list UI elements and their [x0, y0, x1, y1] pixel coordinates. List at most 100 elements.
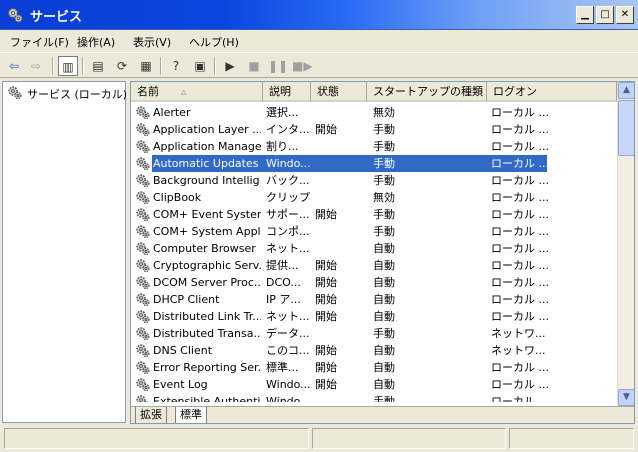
tab-standard[interactable]: 標準	[175, 407, 207, 423]
service-name: DHCP Client	[153, 293, 220, 306]
service-startup-type: 自動	[373, 276, 395, 289]
service-gear-icon	[135, 156, 151, 171]
menu-help[interactable]: ヘルプ(H)	[189, 34, 239, 50]
table-row[interactable]: Alerter 選択... 無効 ローカル ...	[131, 104, 616, 121]
close-icon: ✕	[620, 9, 630, 20]
status-pane-secondary	[312, 428, 506, 449]
service-gear-icon	[135, 105, 151, 120]
service-name: Alerter	[153, 106, 191, 119]
start-service-icon[interactable]: ▶	[220, 56, 240, 76]
service-description: サポー...	[266, 208, 310, 221]
column-header-logon[interactable]: ログオン	[487, 82, 617, 102]
service-startup-type: 自動	[373, 378, 395, 391]
stop-service-icon[interactable]: ■	[244, 56, 264, 76]
refresh-icon[interactable]: ⟳	[112, 56, 132, 76]
table-row[interactable]: COM+ Event System サポー... 開始 手動 ローカル ...	[131, 206, 616, 223]
console-view-icon[interactable]: ▣	[190, 56, 210, 76]
close-button[interactable]: ✕	[616, 6, 634, 24]
service-gear-icon	[135, 360, 151, 375]
table-row[interactable]: DNS Client このコ... 開始 自動 ネットワ...	[131, 342, 616, 359]
table-row[interactable]: COM+ System Appl... コンポ... 手動 ローカル ...	[131, 223, 616, 240]
title-bar[interactable]: サービス ▁ □ ✕	[0, 0, 638, 30]
service-status	[315, 104, 369, 121]
tab-extended[interactable]: 拡張	[135, 407, 167, 423]
menu-file[interactable]: ファイル(F)	[10, 34, 69, 50]
show-tree-icon[interactable]: ▥	[58, 56, 78, 76]
minimize-button[interactable]: ▁	[576, 6, 594, 24]
help-icon[interactable]: ?	[166, 56, 186, 76]
service-gear-icon	[135, 258, 151, 273]
table-row[interactable]: Error Reporting Ser... 標準... 開始 自動 ローカル ...	[131, 359, 616, 376]
table-row[interactable]: Background Intellig... バック... 手動 ローカル ...	[131, 172, 616, 189]
service-logon: ローカル ...	[491, 174, 549, 187]
service-description: 割り...	[266, 140, 299, 153]
forward-arrow-icon[interactable]: ⇨	[26, 56, 46, 76]
scroll-thumb[interactable]	[618, 100, 634, 156]
service-logon: ローカル ...	[491, 378, 549, 391]
pause-service-icon[interactable]: ❚❚	[268, 56, 288, 76]
service-description: 選択...	[266, 106, 299, 119]
scroll-up-icon[interactable]: ▲	[618, 82, 634, 99]
service-status: 開始	[315, 276, 337, 289]
service-gear-icon	[135, 224, 151, 239]
table-row[interactable]: Extensible Authenti... Windo... 手動 ローカル ...	[131, 393, 616, 402]
window-title: サービス	[30, 10, 83, 25]
table-row[interactable]: DCOM Server Proc... DCO... 開始 自動 ローカル ...	[131, 274, 616, 291]
service-name: COM+ System Appl...	[153, 225, 261, 238]
table-row[interactable]: Distributed Link Tr... ネット... 開始 自動 ローカル ...	[131, 308, 616, 325]
services-gear-icon	[6, 6, 24, 24]
list-header: 名前 ▵ 説明 状態 スタートアップの種類 ログオン	[131, 82, 617, 102]
service-logon: ローカル ...	[491, 123, 549, 136]
restart-service-icon[interactable]: ■▶	[292, 56, 313, 76]
service-logon: ローカル ...	[491, 106, 549, 119]
service-name: Extensible Authenti...	[153, 395, 261, 402]
maximize-button[interactable]: □	[596, 6, 614, 24]
scroll-down-icon[interactable]: ▼	[618, 389, 634, 406]
back-arrow-icon[interactable]: ⇦	[4, 56, 24, 76]
service-gear-icon	[135, 394, 151, 402]
service-logon: ローカル ...	[491, 242, 549, 255]
table-row[interactable]: ClipBook クリップ... 無効 ローカル ...	[131, 189, 616, 206]
tree-item-services-local[interactable]: サービス (ローカル)	[7, 85, 127, 103]
table-row[interactable]: Distributed Transa... データ... 手動 ネットワ...	[131, 325, 616, 342]
service-gear-icon	[135, 326, 151, 341]
service-logon: ネットワ...	[491, 344, 546, 357]
column-header-description[interactable]: 説明	[263, 82, 311, 102]
menu-view[interactable]: 表示(V)	[133, 34, 171, 50]
service-logon: ネットワ...	[491, 327, 546, 340]
table-row[interactable]: Automatic Updates Windo... 手動 ローカル ...	[131, 155, 616, 172]
table-row[interactable]: Computer Browser ネット... 自動 ローカル ...	[131, 240, 616, 257]
column-header-status[interactable]: 状態	[311, 82, 367, 102]
service-name: Distributed Link Tr...	[153, 310, 261, 323]
export-list-icon[interactable]: ▦	[136, 56, 156, 76]
service-status	[315, 138, 369, 155]
service-gear-icon	[135, 241, 151, 256]
service-logon: ローカル ...	[491, 259, 549, 272]
table-row[interactable]: Application Manage... 割り... 手動 ローカル ...	[131, 138, 616, 155]
vertical-scrollbar[interactable]: ▲ ▼	[617, 82, 634, 406]
service-gear-icon	[135, 207, 151, 222]
service-gear-icon	[135, 377, 151, 392]
column-header-name[interactable]: 名前 ▵	[131, 82, 263, 102]
service-description: Windo...	[266, 157, 310, 170]
table-row[interactable]: Cryptographic Serv... 提供... 開始 自動 ローカル ...	[131, 257, 616, 274]
service-status: 開始	[315, 259, 337, 272]
service-name: Application Manage...	[153, 140, 261, 153]
service-status: 開始	[315, 344, 337, 357]
status-pane-tertiary	[509, 428, 634, 449]
service-startup-type: 手動	[373, 174, 395, 187]
table-row[interactable]: DHCP Client IP ア... 開始 自動 ローカル ...	[131, 291, 616, 308]
service-name: DCOM Server Proc...	[153, 276, 261, 289]
service-gear-icon	[135, 309, 151, 324]
service-startup-type: 無効	[373, 191, 395, 204]
service-logon: ローカル ...	[491, 395, 549, 402]
service-startup-type: 手動	[373, 327, 395, 340]
table-row[interactable]: Event Log Windo... 開始 自動 ローカル ...	[131, 376, 616, 393]
table-row[interactable]: Application Layer ... インタ... 開始 手動 ローカル ...	[131, 121, 616, 138]
service-gear-icon	[135, 122, 151, 137]
menu-action[interactable]: 操作(A)	[77, 34, 115, 50]
service-description: このコ...	[266, 344, 310, 357]
properties-icon[interactable]: ▤	[88, 56, 108, 76]
service-logon: ローカル ...	[491, 191, 549, 204]
column-header-startup-type[interactable]: スタートアップの種類	[367, 82, 487, 102]
